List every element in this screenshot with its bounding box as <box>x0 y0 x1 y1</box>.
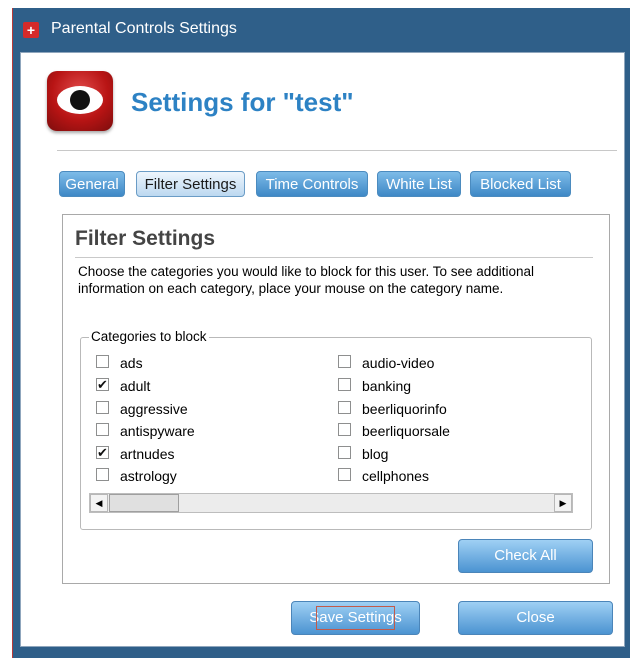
save-settings-button[interactable]: Save Settings <box>291 601 420 635</box>
tab-white-list[interactable]: White List <box>377 171 461 197</box>
window-title: Parental Controls Settings <box>51 20 237 37</box>
panel-description: Choose the categories you would like to … <box>78 264 535 296</box>
close-button[interactable]: Close <box>458 601 613 635</box>
panel-title: Filter Settings <box>75 227 216 250</box>
category-label: aggressive <box>120 401 188 417</box>
page-title: Settings for "test" <box>131 87 354 117</box>
panel-divider <box>75 257 593 258</box>
eye-pupil <box>70 90 90 110</box>
tab-filter-settings[interactable]: Filter Settings <box>136 171 245 197</box>
checkbox[interactable] <box>96 468 109 481</box>
client-area: Settings for "test" General Filter Setti… <box>20 52 625 647</box>
eye-icon <box>47 71 113 131</box>
checkbox[interactable] <box>338 423 351 436</box>
title-bar[interactable]: + Parental Controls Settings <box>13 8 630 52</box>
checkbox[interactable] <box>338 446 351 459</box>
category-label: antispyware <box>120 423 195 439</box>
category-label: ads <box>120 355 143 371</box>
checkbox[interactable] <box>96 355 109 368</box>
category-label: artnudes <box>120 446 175 462</box>
category-label: cellphones <box>362 468 429 484</box>
header-divider <box>57 150 617 151</box>
category-label: banking <box>362 378 412 394</box>
eye-white <box>57 86 103 114</box>
checkbox[interactable] <box>338 468 351 481</box>
category-label: beerliquorinfo <box>362 401 447 417</box>
scroll-right-icon[interactable]: ▶ <box>554 494 572 512</box>
groupbox-label: Categories to block <box>89 329 209 344</box>
checkbox[interactable]: ✔ <box>96 378 109 391</box>
category-label: adult <box>120 378 151 394</box>
focus-rectangle <box>316 606 395 630</box>
check-all-button[interactable]: Check All <box>458 539 593 573</box>
checkbox[interactable] <box>338 401 351 414</box>
scroll-left-icon[interactable]: ◀ <box>90 494 108 512</box>
shield-icon: + <box>23 22 39 38</box>
filter-settings-panel: Filter Settings Choose the categories yo… <box>62 214 610 584</box>
tab-blocked-list[interactable]: Blocked List <box>470 171 571 197</box>
checkbox[interactable] <box>338 378 351 391</box>
checkbox[interactable] <box>338 355 351 368</box>
tab-general[interactable]: General <box>59 171 125 197</box>
category-label: blog <box>362 446 389 462</box>
scroll-thumb[interactable] <box>109 494 179 512</box>
tab-time-controls[interactable]: Time Controls <box>256 171 368 197</box>
checkbox[interactable] <box>96 423 109 436</box>
categories-groupbox: Categories to block ads ✔ adult aggressi… <box>80 329 592 530</box>
category-label: audio-video <box>362 355 435 371</box>
parental-controls-window: + Parental Controls Settings Settings fo… <box>12 8 630 658</box>
checkbox[interactable]: ✔ <box>96 446 109 459</box>
checkbox[interactable] <box>96 401 109 414</box>
category-label: astrology <box>120 468 177 484</box>
horizontal-scrollbar[interactable]: ◀ ▶ <box>89 493 573 513</box>
category-label: beerliquorsale <box>362 423 450 439</box>
